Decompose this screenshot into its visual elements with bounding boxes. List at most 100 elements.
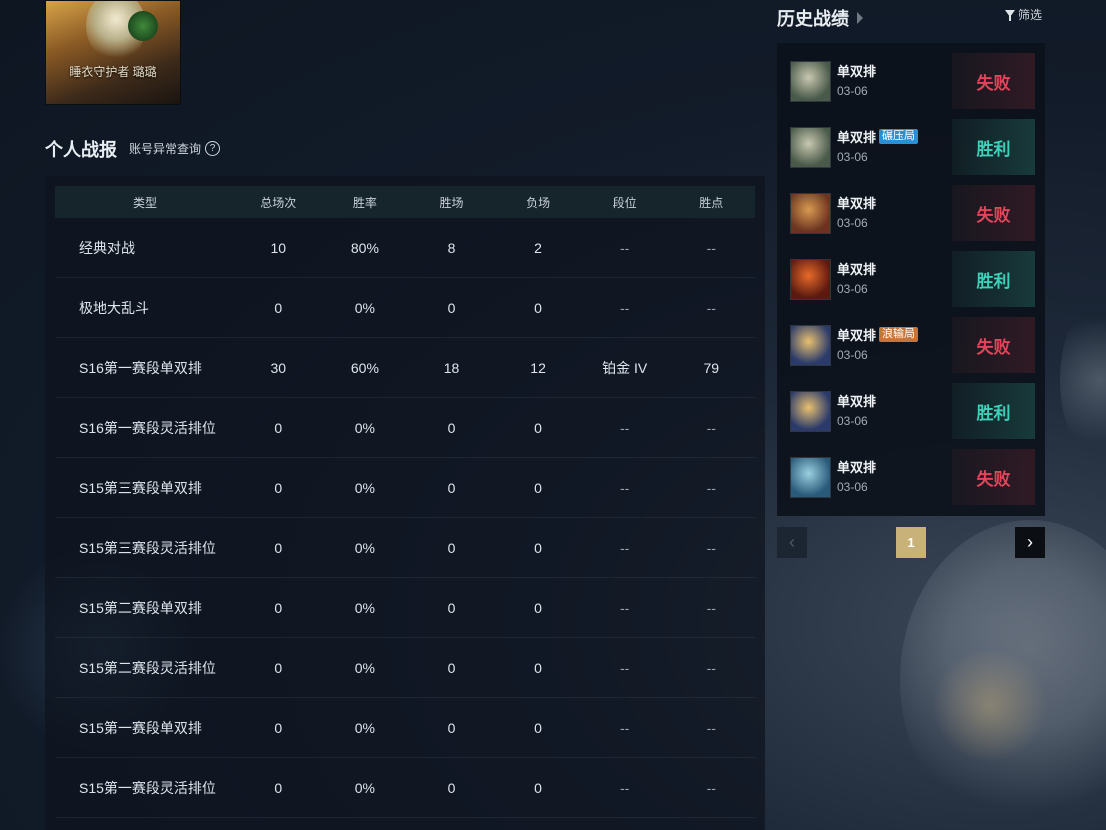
cell-lp: -- bbox=[706, 779, 716, 796]
cell-lp: -- bbox=[706, 479, 716, 496]
header-type: 类型 bbox=[132, 195, 157, 210]
page-number-button[interactable]: 1 bbox=[896, 527, 926, 558]
cell-winrate: 0% bbox=[354, 599, 375, 616]
cell-wins: 0 bbox=[447, 479, 456, 496]
match-item[interactable]: 单双排 03-06 失败 bbox=[777, 439, 1045, 505]
match-mode-row: 单双排 碾压局 bbox=[837, 127, 919, 146]
match-mode: 单双排 bbox=[837, 394, 877, 409]
cell-wins: 0 bbox=[447, 599, 456, 616]
cell-total: 0 bbox=[274, 719, 283, 736]
match-date: 03-06 bbox=[837, 84, 868, 98]
help-icon[interactable]: ? bbox=[205, 141, 221, 156]
cell-winrate: 0% bbox=[354, 299, 375, 316]
cell-losses: 0 bbox=[534, 719, 542, 736]
champion-avatar bbox=[790, 193, 831, 234]
cell-lp: -- bbox=[706, 539, 716, 556]
cell-type: S15第三赛段灵活排位 bbox=[79, 539, 216, 556]
personal-stats-title: 个人战报 bbox=[45, 140, 117, 160]
cell-losses: 0 bbox=[534, 419, 542, 436]
cell-rank: 铂金 IV bbox=[602, 359, 648, 376]
stats-panel: 类型 总场次 胜率 胜场 负场 段位 胜点 经典对战 10 80% 8 2 -- -- 极地大… bbox=[45, 176, 765, 830]
table-body: 经典对战 10 80% 8 2 -- -- 极地大乱斗 0 0% 0 0 -- -- S16第一赛段单双排 3… bbox=[55, 218, 755, 818]
filter-button[interactable]: 筛选 bbox=[1005, 6, 1042, 23]
match-item[interactable]: 单双排 03-06 失败 bbox=[777, 175, 1045, 241]
next-page-button[interactable]: › bbox=[1015, 527, 1045, 558]
match-item[interactable]: 单双排 03-06 胜利 bbox=[777, 373, 1045, 439]
match-mode: 单双排 bbox=[837, 64, 877, 79]
champion-skin-card[interactable]: 睡衣守护者 璐璐 bbox=[45, 0, 181, 105]
table-row: S15第二赛段灵活排位 0 0% 0 0 -- -- bbox=[55, 638, 755, 698]
match-mode-row: 单双排 bbox=[837, 391, 876, 410]
cell-losses: 12 bbox=[530, 359, 546, 376]
match-mode-row: 单双排 bbox=[837, 61, 876, 80]
cell-losses: 0 bbox=[534, 479, 542, 496]
match-result: 失败 bbox=[952, 53, 1035, 109]
match-date: 03-06 bbox=[837, 216, 868, 230]
champion-portrait-detail bbox=[128, 11, 158, 41]
cell-total: 0 bbox=[274, 659, 283, 676]
match-result: 胜利 bbox=[952, 383, 1035, 439]
cell-wins: 8 bbox=[447, 239, 456, 256]
champion-avatar bbox=[790, 127, 831, 168]
match-mode-row: 单双排 浪输局 bbox=[837, 325, 919, 344]
header-winrate: 胜率 bbox=[352, 195, 377, 210]
cell-rank: -- bbox=[620, 719, 630, 736]
cell-rank: -- bbox=[620, 599, 630, 616]
table-row: S16第一赛段灵活排位 0 0% 0 0 -- -- bbox=[55, 398, 755, 458]
cell-rank: -- bbox=[620, 779, 630, 796]
match-date: 03-06 bbox=[837, 150, 868, 164]
cell-total: 0 bbox=[274, 599, 283, 616]
cell-rank: -- bbox=[620, 659, 630, 676]
table-row: S16第一赛段单双排 30 60% 18 12 铂金 IV 79 bbox=[55, 338, 755, 398]
cell-total: 0 bbox=[274, 779, 283, 796]
cell-winrate: 0% bbox=[354, 659, 375, 676]
cell-winrate: 60% bbox=[350, 359, 379, 376]
match-mode: 单双排 bbox=[837, 130, 877, 145]
cell-total: 0 bbox=[274, 419, 283, 436]
champion-avatar bbox=[790, 325, 831, 366]
cell-wins: 18 bbox=[443, 359, 460, 376]
history-title-link[interactable]: 历史战绩 bbox=[777, 5, 863, 31]
account-anomaly-label: 账号异常查询 bbox=[129, 142, 202, 156]
cell-wins: 0 bbox=[447, 299, 456, 316]
cell-losses: 0 bbox=[534, 539, 542, 556]
table-row: S15第一赛段灵活排位 0 0% 0 0 -- -- bbox=[55, 758, 755, 818]
filter-label: 筛选 bbox=[1018, 8, 1043, 22]
match-item[interactable]: 单双排 03-06 失败 bbox=[777, 43, 1045, 109]
cell-wins: 0 bbox=[447, 539, 456, 556]
cell-lp: -- bbox=[706, 719, 716, 736]
cell-rank: -- bbox=[620, 479, 630, 496]
cell-lp: -- bbox=[706, 599, 716, 616]
cell-rank: -- bbox=[620, 299, 630, 316]
header-losses: 负场 bbox=[526, 195, 551, 210]
champion-avatar bbox=[790, 457, 831, 498]
cell-losses: 2 bbox=[534, 239, 542, 256]
cell-lp: -- bbox=[706, 299, 716, 316]
match-date: 03-06 bbox=[837, 282, 868, 296]
cell-losses: 0 bbox=[534, 779, 542, 796]
account-anomaly-link[interactable]: 账号异常查询 ? bbox=[129, 140, 221, 157]
table-row: S15第三赛段单双排 0 0% 0 0 -- -- bbox=[55, 458, 755, 518]
cell-type: S15第二赛段单双排 bbox=[79, 599, 202, 616]
skin-name: 睡衣守护者 璐璐 bbox=[69, 65, 157, 79]
header-total: 总场次 bbox=[260, 195, 297, 210]
match-mode: 单双排 bbox=[837, 328, 877, 343]
cell-total: 0 bbox=[274, 299, 283, 316]
table-row: S15第三赛段灵活排位 0 0% 0 0 -- -- bbox=[55, 518, 755, 578]
cell-total: 0 bbox=[274, 539, 283, 556]
header-rank: 段位 bbox=[612, 195, 637, 210]
cell-rank: -- bbox=[620, 539, 630, 556]
chevron-left-icon: ‹ bbox=[789, 532, 795, 552]
match-mode: 单双排 bbox=[837, 262, 877, 277]
match-item[interactable]: 单双排 浪输局 03-06 失败 bbox=[777, 307, 1045, 373]
cell-type: 极地大乱斗 bbox=[79, 299, 149, 316]
match-mode-row: 单双排 bbox=[837, 193, 876, 212]
prev-page-button[interactable]: ‹ bbox=[777, 527, 807, 558]
match-mode: 单双排 bbox=[837, 196, 877, 211]
match-item[interactable]: 单双排 03-06 胜利 bbox=[777, 241, 1045, 307]
cell-rank: -- bbox=[620, 419, 630, 436]
cell-winrate: 80% bbox=[350, 239, 379, 256]
match-item[interactable]: 单双排 碾压局 03-06 胜利 bbox=[777, 109, 1045, 175]
table-header: 类型 总场次 胜率 胜场 负场 段位 胜点 bbox=[55, 186, 755, 218]
table-row: S15第二赛段单双排 0 0% 0 0 -- -- bbox=[55, 578, 755, 638]
